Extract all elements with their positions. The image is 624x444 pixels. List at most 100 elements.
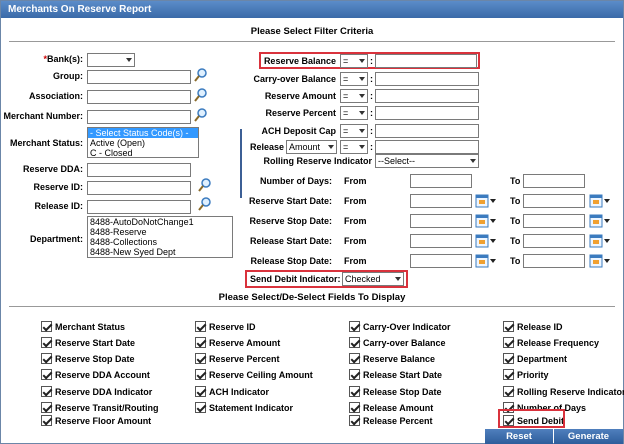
field-checkbox[interactable] <box>349 337 360 348</box>
number-of-days-to-input[interactable] <box>523 174 585 188</box>
list-item[interactable]: 8488-AutoDoNotChange1 <box>88 217 232 227</box>
field-checkbox-label: Release Percent <box>363 416 433 426</box>
calendar-icon[interactable] <box>475 214 497 228</box>
list-item[interactable]: 8488-New Syed Dept <box>88 247 232 257</box>
bank-select[interactable] <box>87 53 135 67</box>
field-checkbox-label: Reserve Start Date <box>55 338 136 348</box>
field-checkbox[interactable] <box>41 353 52 364</box>
reserve-stop-to-input[interactable] <box>523 214 585 228</box>
field-checkbox[interactable] <box>41 386 52 397</box>
association-label: Association: <box>28 91 83 101</box>
field-checkbox[interactable] <box>195 386 206 397</box>
reserve-dda-input[interactable] <box>87 163 191 177</box>
field-checkbox-label: Reserve Stop Date <box>55 354 135 364</box>
window-title: Merchants On Reserve Report <box>1 1 623 18</box>
search-icon[interactable] <box>198 197 212 211</box>
field-checkbox[interactable] <box>195 402 206 413</box>
release-start-to-input[interactable] <box>523 234 585 248</box>
field-checkbox[interactable] <box>503 321 514 332</box>
ach-deposit-cap-operator[interactable]: = <box>340 124 368 138</box>
association-input[interactable] <box>87 90 191 104</box>
colon: : <box>370 91 373 101</box>
reserve-stop-from-input[interactable] <box>410 214 472 228</box>
calendar-icon[interactable] <box>589 194 611 208</box>
field-checkbox[interactable] <box>41 321 52 332</box>
group-input[interactable] <box>87 70 191 84</box>
reserve-balance-operator[interactable]: = <box>340 54 368 68</box>
merchant-status-list[interactable]: - Select Status Code(s) - Active (Open) … <box>87 127 199 158</box>
field-checkbox-label: Reserve DDA Account <box>55 370 150 380</box>
number-of-days-from-input[interactable] <box>410 174 472 188</box>
field-checkbox[interactable] <box>349 386 360 397</box>
reserve-balance-label: Reserve Balance <box>263 56 336 66</box>
merchant-number-input[interactable] <box>87 110 191 124</box>
calendar-icon[interactable] <box>589 254 611 268</box>
release-id-input[interactable] <box>87 200 191 214</box>
from-label: From <box>344 176 367 186</box>
rolling-reserve-select[interactable]: --Select-- <box>375 154 479 168</box>
release-input[interactable] <box>375 140 479 154</box>
field-checkbox[interactable] <box>41 337 52 348</box>
field-checkbox[interactable] <box>503 386 514 397</box>
reserve-amount-input[interactable] <box>375 89 479 103</box>
search-icon[interactable] <box>198 178 212 192</box>
field-checkbox[interactable] <box>349 369 360 380</box>
reserve-amount-operator[interactable]: = <box>340 89 368 103</box>
field-checkbox[interactable] <box>41 402 52 413</box>
release-type-select[interactable]: Amount <box>286 140 337 154</box>
release-start-from-input[interactable] <box>410 234 472 248</box>
reserve-balance-input[interactable] <box>375 54 477 68</box>
list-item[interactable]: C - Closed <box>88 148 198 157</box>
carryover-balance-operator[interactable]: = <box>340 72 368 86</box>
reserve-start-from-input[interactable] <box>410 194 472 208</box>
department-list[interactable]: 8488-AutoDoNotChange1 8488-Reserve 8488-… <box>87 216 233 258</box>
field-checkbox[interactable] <box>41 415 52 426</box>
field-checkbox[interactable] <box>349 415 360 426</box>
carryover-balance-input[interactable] <box>375 72 479 86</box>
field-checkbox-label: Reserve Floor Amount <box>55 416 152 426</box>
field-checkbox-label: Rolling Reserve Indicator <box>517 387 624 397</box>
release-operator[interactable]: = <box>340 140 368 154</box>
field-checkbox[interactable] <box>41 369 52 380</box>
list-item[interactable]: 8488-Collections <box>88 237 232 247</box>
colon: : <box>370 126 373 136</box>
calendar-icon[interactable] <box>589 214 611 228</box>
calendar-icon[interactable] <box>475 194 497 208</box>
field-checkbox[interactable] <box>195 353 206 364</box>
field-checkbox[interactable] <box>349 321 360 332</box>
reserve-percent-operator[interactable]: = <box>340 106 368 120</box>
list-item[interactable]: - Select Status Code(s) - <box>88 128 198 138</box>
send-debit-select[interactable]: Checked <box>342 272 404 286</box>
release-stop-to-input[interactable] <box>523 254 585 268</box>
list-item[interactable]: 8488-Reserve <box>88 227 232 237</box>
field-checkbox-label: Reserve DDA Indicator <box>55 387 153 397</box>
filter-header: Please Select Filter Criteria <box>250 26 374 37</box>
reserve-id-input[interactable] <box>87 181 191 195</box>
to-label: To <box>510 236 521 246</box>
reserve-amount-label: Reserve Amount <box>264 91 336 101</box>
field-checkbox[interactable] <box>195 369 206 380</box>
field-checkbox[interactable] <box>349 402 360 413</box>
field-checkbox[interactable] <box>195 321 206 332</box>
reserve-percent-input[interactable] <box>375 106 479 120</box>
field-checkbox[interactable] <box>503 353 514 364</box>
calendar-icon[interactable] <box>475 234 497 248</box>
divider <box>9 306 615 307</box>
field-checkbox[interactable] <box>503 337 514 348</box>
calendar-icon[interactable] <box>589 234 611 248</box>
calendar-icon[interactable] <box>475 254 497 268</box>
search-icon[interactable] <box>194 88 208 102</box>
field-checkbox-label: Reserve Balance <box>363 354 436 364</box>
reset-button[interactable]: Reset <box>485 429 553 444</box>
search-icon[interactable] <box>194 68 208 82</box>
field-checkbox[interactable] <box>195 337 206 348</box>
list-item[interactable]: Active (Open) <box>88 138 198 148</box>
reserve-start-to-input[interactable] <box>523 194 585 208</box>
generate-button[interactable]: Generate <box>554 429 623 444</box>
search-icon[interactable] <box>194 108 208 122</box>
ach-deposit-cap-input[interactable] <box>375 124 479 138</box>
field-checkbox[interactable] <box>503 369 514 380</box>
field-checkbox[interactable] <box>349 353 360 364</box>
field-checkbox-label: Release Stop Date <box>363 387 442 397</box>
release-stop-from-input[interactable] <box>410 254 472 268</box>
